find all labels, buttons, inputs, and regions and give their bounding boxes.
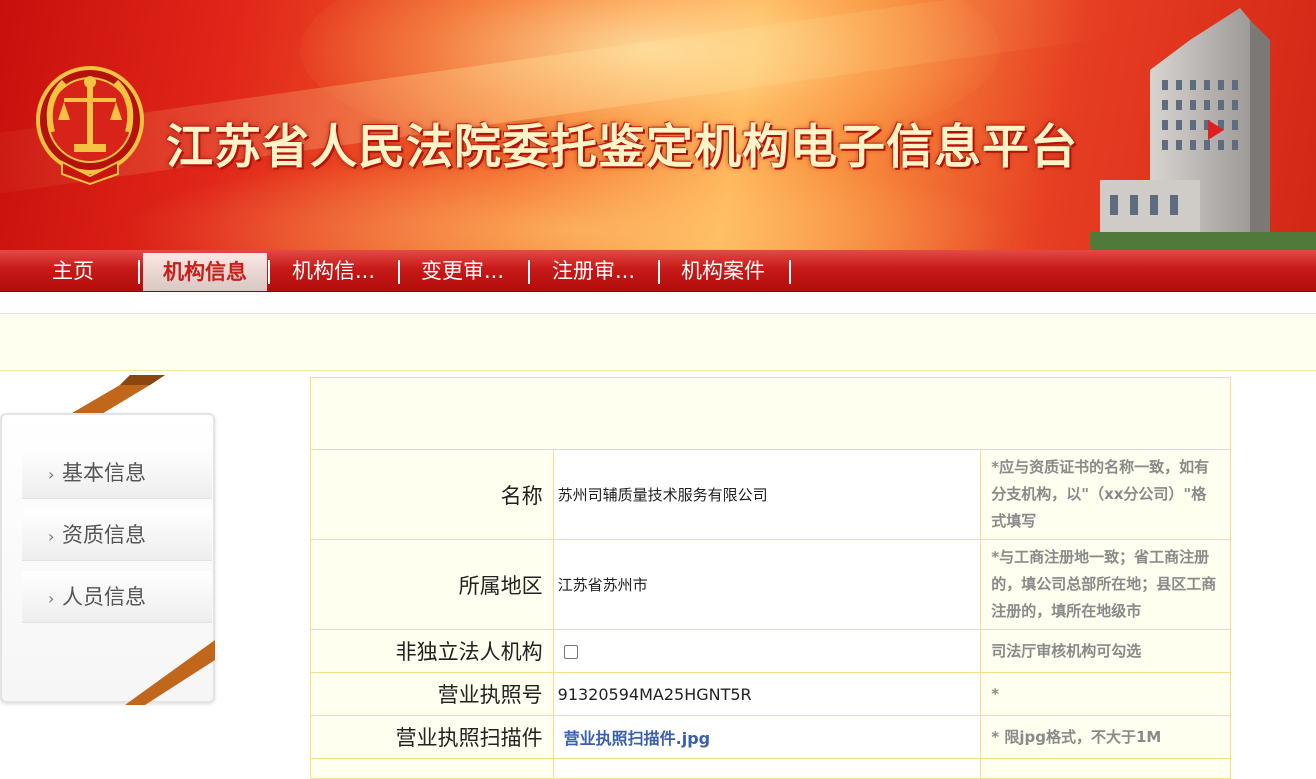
field-tip: *应与资质证书的名称一致，如有分支机构，以"（xx分公司）"格式填写 <box>980 449 1231 540</box>
form-row-license-scan: 营业执照扫描件 营业执照扫描件.jpg * 限jpg格式，不大于1M <box>310 715 1231 759</box>
nav-change-review[interactable]: 变更审... <box>421 250 504 292</box>
chevron-right-icon: › <box>48 465 55 484</box>
field-tip: * 限jpg格式，不大于1M <box>980 715 1231 759</box>
field-label: 所属地区 <box>310 539 554 630</box>
nav-separator <box>398 260 400 284</box>
nav-org-info[interactable]: 机构信息 <box>143 253 267 291</box>
chevron-right-icon: › <box>48 589 55 608</box>
form-row-region: 所属地区 江苏省苏州市 *与工商注册地一致；省工商注册的，填公司总部所在地；县区… <box>310 539 1231 630</box>
nav-separator <box>658 260 660 284</box>
field-tip: *与工商注册地一致；省工商注册的，填公司总部所在地；县区工商注册的，填所在地级市 <box>980 539 1231 630</box>
sidebar-item-label: 基本信息 <box>62 461 146 485</box>
field-label: 名称 <box>310 449 554 540</box>
field-label: 非独立法人机构 <box>310 629 554 673</box>
field-tip <box>980 758 1231 779</box>
license-number-value: 91320594MA25HGNT5R <box>552 672 982 716</box>
field-label <box>310 758 554 779</box>
site-title: 江苏省人民法院委托鉴定机构电子信息平台 <box>166 120 1078 175</box>
notice-bar <box>0 313 1316 371</box>
form-row-non-independent: 非独立法人机构 司法厅审核机构可勾选 <box>310 629 1231 673</box>
sidebar-item-qualification-info[interactable]: › 资质信息 <box>22 509 212 561</box>
main-nav: 主页 机构信息 机构信... 变更审... 注册审... 机构案件 <box>0 250 1316 292</box>
region-value: 江苏省苏州市 <box>552 539 982 630</box>
license-scan-cell: 营业执照扫描件.jpg <box>552 715 982 759</box>
org-name-value: 苏州司辅质量技术服务有限公司 <box>552 449 982 540</box>
ribbon-bottom-decoration <box>125 640 215 705</box>
non-independent-cell <box>552 629 982 673</box>
nav-separator <box>528 260 530 284</box>
nav-separator <box>268 260 270 284</box>
nav-org-info-2[interactable]: 机构信... <box>292 250 375 292</box>
nav-register-review[interactable]: 注册审... <box>552 250 635 292</box>
license-scan-link[interactable]: 营业执照扫描件.jpg <box>558 729 710 748</box>
nav-separator <box>138 260 140 284</box>
form-row-license-number: 营业执照号 91320594MA25HGNT5R * <box>310 672 1231 716</box>
form-header-cell <box>310 377 1231 450</box>
site-banner: 江苏省人民法院委托鉴定机构电子信息平台 <box>0 0 1316 250</box>
non-independent-checkbox[interactable] <box>563 644 578 659</box>
sidebar-item-personnel-info[interactable]: › 人员信息 <box>22 571 212 623</box>
field-tip: 司法厅审核机构可勾选 <box>980 629 1231 673</box>
court-building-icon <box>1090 8 1316 250</box>
nav-home[interactable]: 主页 <box>52 250 94 292</box>
chevron-right-icon: › <box>48 527 55 546</box>
sidebar-item-label: 人员信息 <box>62 585 146 609</box>
org-info-form: 名称 苏州司辅质量技术服务有限公司 *应与资质证书的名称一致，如有分支机构，以"… <box>310 377 1231 779</box>
court-emblem-icon <box>36 66 144 186</box>
sidebar-item-basic-info[interactable]: › 基本信息 <box>22 447 212 499</box>
nav-separator <box>789 260 791 284</box>
field-tip: * <box>980 672 1231 716</box>
form-header-row <box>310 377 1231 450</box>
form-row-next <box>310 758 1231 779</box>
form-row-name: 名称 苏州司辅质量技术服务有限公司 *应与资质证书的名称一致，如有分支机构，以"… <box>310 449 1231 540</box>
field-value <box>552 758 982 779</box>
sidebar-item-label: 资质信息 <box>62 523 146 547</box>
nav-org-cases[interactable]: 机构案件 <box>681 250 765 292</box>
field-label: 营业执照号 <box>310 672 554 716</box>
field-label: 营业执照扫描件 <box>310 715 554 759</box>
